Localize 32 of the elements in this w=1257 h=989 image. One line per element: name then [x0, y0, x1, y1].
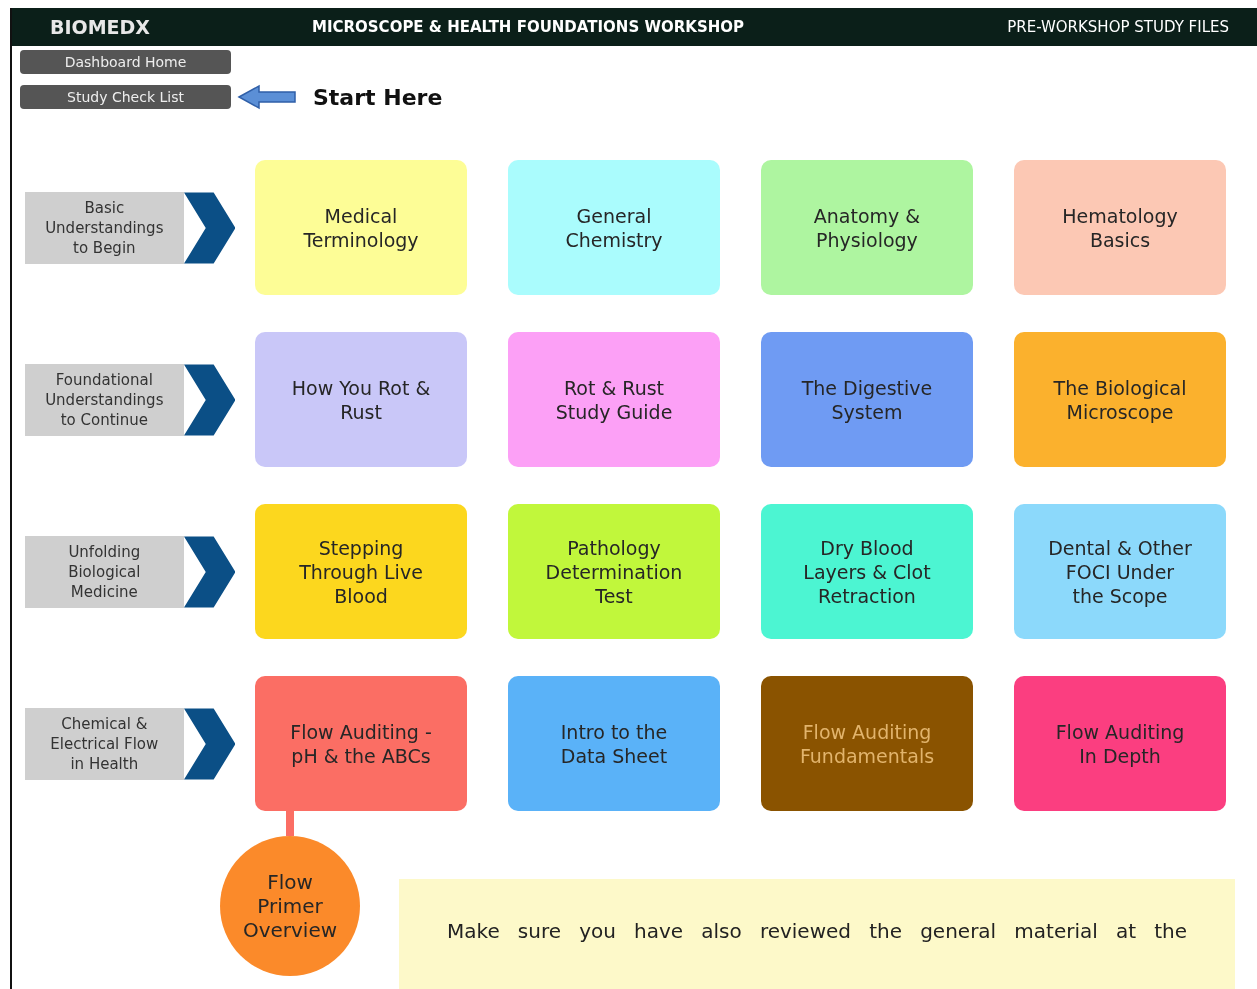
stage-label: Unfolding Biological Medicine	[25, 535, 184, 608]
module-tile[interactable]: Medical Terminology	[255, 160, 467, 295]
nav-button[interactable]: Study Check List	[20, 85, 231, 109]
module-tile[interactable]: Hematology Basics	[1014, 160, 1226, 295]
note-text: Make sure you have also reviewed the general material at the	[399, 879, 1235, 989]
stage-label: Chemical & Electrical Flow in Health	[25, 707, 184, 780]
module-tile[interactable]: Stepping Through Live Blood	[255, 504, 467, 639]
module-tile[interactable]: Dental & Other FOCI Under the Scope	[1014, 504, 1226, 639]
module-tile[interactable]: How You Rot & Rust	[255, 332, 467, 467]
module-tile[interactable]: Intro to the Data Sheet	[508, 676, 720, 811]
brand-logo: BIOMEDX	[49, 16, 151, 38]
module-tile[interactable]: General Chemistry	[508, 160, 720, 295]
stage-label: Foundational Understandings to Continue	[25, 363, 184, 436]
module-tile[interactable]: Pathology Determination Test	[508, 504, 720, 639]
section-title: PRE-WORKSHOP STUDY FILES	[1007, 18, 1230, 36]
module-tile[interactable]: Flow Auditing In Depth	[1014, 676, 1226, 811]
module-tile[interactable]: Anatomy & Physiology	[761, 160, 973, 295]
module-tile[interactable]: Rot & Rust Study Guide	[508, 332, 720, 467]
nav-button[interactable]: Dashboard Home	[20, 50, 231, 74]
chevron-icon	[183, 707, 235, 780]
start-here-label: Start Here	[313, 84, 443, 110]
arrow-icon	[237, 84, 297, 110]
primer-circle[interactable]: Flow Primer Overview	[220, 836, 360, 976]
chevron-icon	[183, 535, 235, 608]
module-tile[interactable]: The Digestive System	[761, 332, 973, 467]
stage-label: Basic Understandings to Begin	[25, 191, 184, 264]
module-tile[interactable]: Flow Auditing - pH & the ABCs	[255, 676, 467, 811]
module-tile[interactable]: The Biological Microscope	[1014, 332, 1226, 467]
chevron-icon	[183, 191, 235, 264]
chevron-icon	[183, 363, 235, 436]
workshop-title: MICROSCOPE & HEALTH FOUNDATIONS WORKSHOP	[312, 18, 745, 36]
module-tile[interactable]: Dry Blood Layers & Clot Retraction	[761, 504, 973, 639]
